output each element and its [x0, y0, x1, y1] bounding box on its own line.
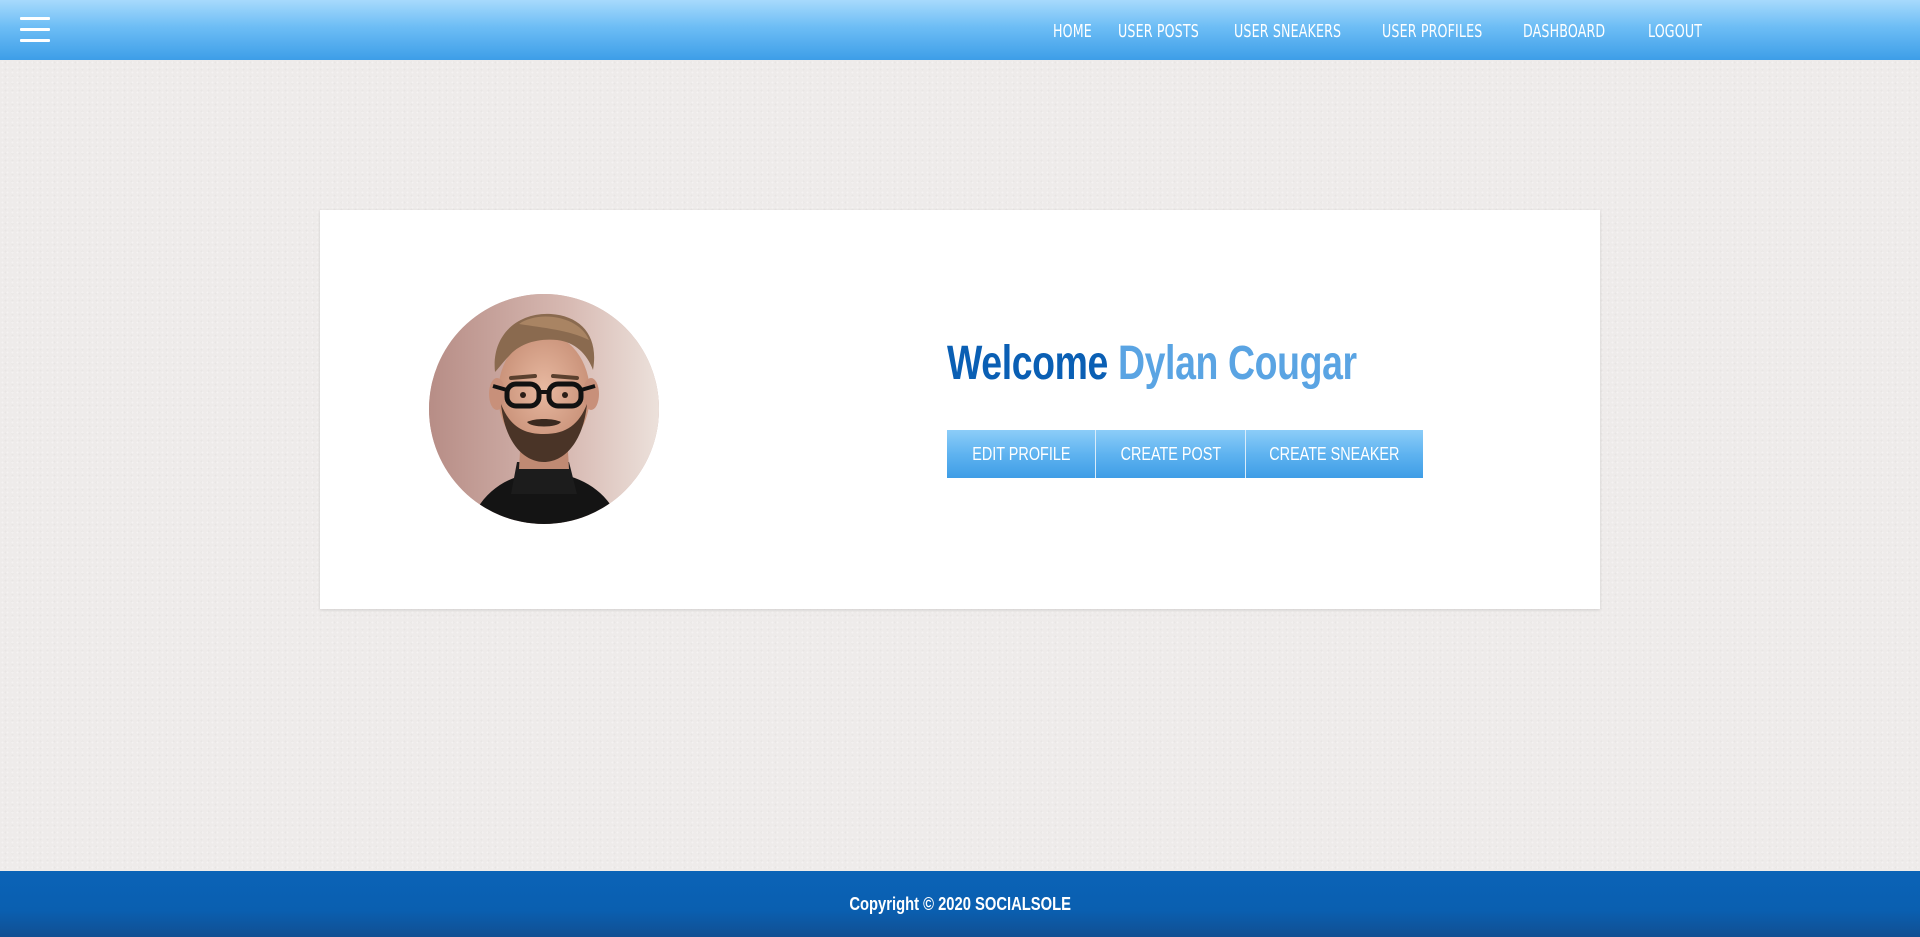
welcome-word: Welcome — [947, 337, 1108, 390]
hamburger-menu-icon[interactable] — [20, 17, 50, 42]
welcome-heading: Welcome Dylan Cougar — [947, 336, 1357, 396]
create-sneaker-button[interactable]: CREATE SNEAKER — [1246, 430, 1423, 478]
main-nav: HOME USER POSTS USER SNEAKERS USER PROFI… — [1053, 18, 1702, 44]
nav-dashboard-link[interactable]: DASHBOARD — [1523, 21, 1605, 42]
page-footer: Copyright © 2020 SOCIALSOLE — [0, 871, 1920, 937]
nav-logout-link[interactable]: LOGOUT — [1648, 21, 1702, 42]
user-avatar — [429, 294, 659, 524]
create-post-label: CREATE POST — [1120, 443, 1221, 464]
nav-user-profiles-link[interactable]: USER PROFILES — [1382, 21, 1482, 42]
edit-profile-label: EDIT PROFILE — [971, 443, 1071, 464]
nav-user-posts-link[interactable]: USER POSTS — [1118, 21, 1199, 42]
welcome-card: Welcome Dylan Cougar EDIT PROFILE CREATE… — [320, 210, 1600, 609]
user-name: Dylan Cougar — [1117, 337, 1357, 390]
user-avatar-photo — [429, 294, 659, 524]
create-sneaker-label: CREATE SNEAKER — [1269, 443, 1400, 464]
copyright-text: Copyright © 2020 SOCIALSOLE — [849, 893, 1071, 914]
nav-home-link[interactable]: HOME — [1053, 21, 1092, 42]
profile-action-buttons: EDIT PROFILE CREATE POST CREATE SNEAKER — [947, 430, 1423, 478]
nav-user-sneakers-link[interactable]: USER SNEAKERS — [1234, 21, 1341, 42]
create-post-button[interactable]: CREATE POST — [1096, 430, 1246, 478]
top-navigation-bar: HOME USER POSTS USER SNEAKERS USER PROFI… — [0, 0, 1920, 60]
edit-profile-button[interactable]: EDIT PROFILE — [947, 430, 1096, 478]
